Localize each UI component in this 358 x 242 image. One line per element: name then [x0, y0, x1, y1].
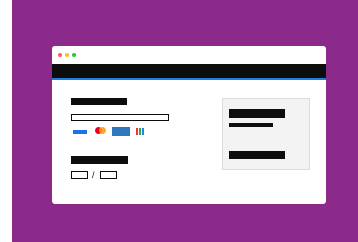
discover-stripe-1	[136, 128, 138, 135]
maximize-dot-icon[interactable]	[72, 53, 76, 57]
discover-card-icon	[136, 128, 144, 135]
summary-total-placeholder	[229, 151, 285, 159]
expiry-year-input[interactable]	[100, 171, 117, 179]
minimize-dot-icon[interactable]	[65, 53, 69, 57]
left-margin-strip	[0, 0, 12, 242]
close-dot-icon[interactable]	[58, 53, 62, 57]
visa-card-icon	[73, 130, 87, 134]
summary-title-placeholder	[229, 109, 285, 118]
card-number-label-placeholder	[71, 98, 127, 105]
navbar-accent-line	[52, 78, 326, 80]
expiry-month-input[interactable]	[71, 171, 88, 179]
summary-line-placeholder	[229, 123, 273, 127]
discover-stripe-2	[139, 128, 141, 135]
expiry-separator: /	[92, 170, 95, 180]
window-titlebar	[52, 46, 326, 64]
discover-stripe-3	[142, 128, 144, 135]
site-navbar	[52, 64, 326, 78]
order-summary-panel	[222, 98, 310, 170]
amex-card-icon	[112, 127, 130, 136]
illustration-canvas: /	[0, 0, 358, 242]
browser-window: /	[52, 46, 326, 204]
card-number-input[interactable]	[71, 114, 169, 121]
mastercard-icon	[94, 127, 108, 135]
expiry-label-placeholder	[71, 156, 128, 164]
mastercard-right-circle	[99, 127, 106, 134]
